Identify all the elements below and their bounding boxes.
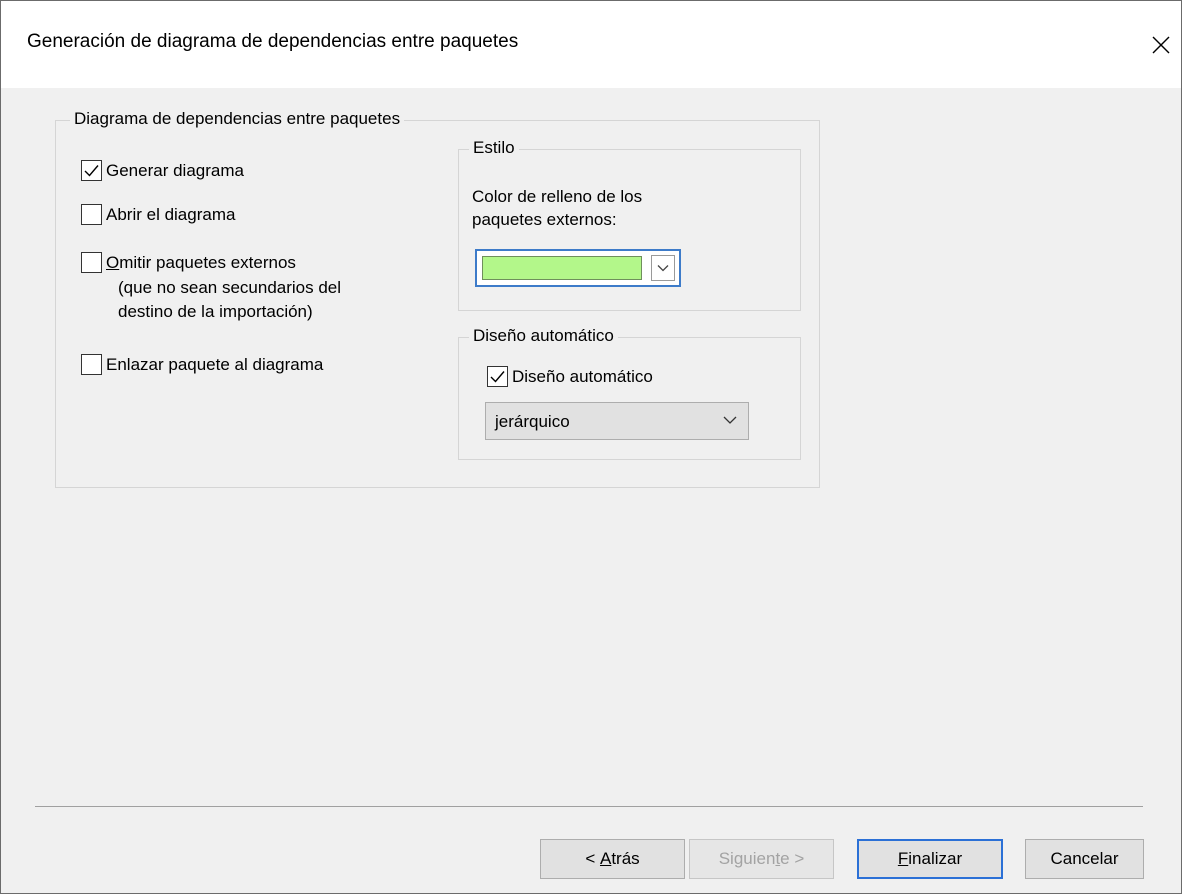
back-button[interactable]: < Atrás (540, 839, 685, 879)
generate-diagram-label: Generar diagrama (106, 160, 244, 181)
link-package-label: Enlazar paquete al diagrama (106, 354, 323, 375)
omit-note-line2: destino de la importación) (118, 302, 313, 321)
chevron-down-icon (657, 265, 669, 272)
back-text: trás (611, 849, 640, 868)
dialog-window: Generación de diagrama de dependencias e… (0, 0, 1182, 894)
fill-color-label-line2: paquetes externos: (472, 210, 617, 229)
layout-type-select[interactable]: jerárquico (485, 402, 749, 440)
checkmark-icon (84, 165, 99, 177)
fill-color-label-line1: Color de relleno de los (472, 187, 643, 206)
next-prefix: Siguien (718, 849, 776, 868)
button-separator (35, 806, 1143, 807)
close-icon (1152, 36, 1170, 54)
finish-accel-key: F (897, 849, 909, 868)
auto-layout-group: Diseño automático (458, 326, 801, 460)
back-prefix: < (585, 849, 600, 868)
auto-layout-label: Diseño automático (512, 367, 653, 386)
generate-diagram-checkbox[interactable]: Generar diagrama (81, 160, 244, 181)
next-text: e > (780, 849, 805, 868)
link-package-box[interactable] (81, 354, 102, 375)
back-accel-key: A (599, 849, 612, 868)
dialog-title: Generación de diagrama de dependencias e… (27, 31, 519, 52)
generate-diagram-text: Generar diagrama (106, 161, 244, 180)
omit-external-packages-label: Omitir paquetes externos (106, 252, 296, 273)
open-diagram-text: Abrir el diagrama (106, 205, 236, 224)
omit-note-line1: (que no sean secundarios del (118, 278, 342, 297)
package-dependency-group-legend: Diagrama de dependencias entre paquetes (70, 109, 405, 129)
generate-diagram-box[interactable] (81, 160, 102, 181)
fill-color-swatch (482, 256, 642, 280)
omit-external-packages-checkbox[interactable]: Omitir paquetes externos (81, 252, 296, 273)
cancel-button[interactable]: Cancelar (1025, 839, 1144, 879)
finish-text: inalizar (908, 849, 963, 868)
auto-layout-box[interactable] (487, 366, 508, 387)
auto-layout-checkbox[interactable]: Diseño automático (487, 366, 653, 387)
fill-color-dropdown-button[interactable] (651, 255, 675, 281)
finish-button[interactable]: Finalizar (857, 839, 1003, 879)
omit-accel-key: O (106, 253, 120, 272)
fill-color-picker[interactable] (475, 249, 681, 287)
omit-external-packages-box[interactable] (81, 252, 102, 273)
style-group-legend: Estilo (469, 138, 519, 158)
close-button[interactable] (1141, 23, 1181, 67)
open-diagram-label: Abrir el diagrama (106, 204, 235, 225)
checkmark-icon (490, 371, 505, 383)
open-diagram-box[interactable] (81, 204, 102, 225)
omit-external-packages-text: mitir paquetes externos (119, 253, 296, 272)
link-package-checkbox[interactable]: Enlazar paquete al diagrama (81, 354, 323, 375)
open-diagram-checkbox[interactable]: Abrir el diagrama (81, 204, 235, 225)
auto-layout-group-legend: Diseño automático (469, 326, 618, 346)
chevron-down-icon (723, 416, 737, 424)
layout-type-value: jerárquico (495, 412, 570, 431)
link-package-text: Enlazar paquete al diagrama (106, 355, 324, 374)
next-button[interactable]: Siguien t e > (689, 839, 834, 879)
title-bar: Generación de diagrama de dependencias e… (1, 1, 1181, 88)
